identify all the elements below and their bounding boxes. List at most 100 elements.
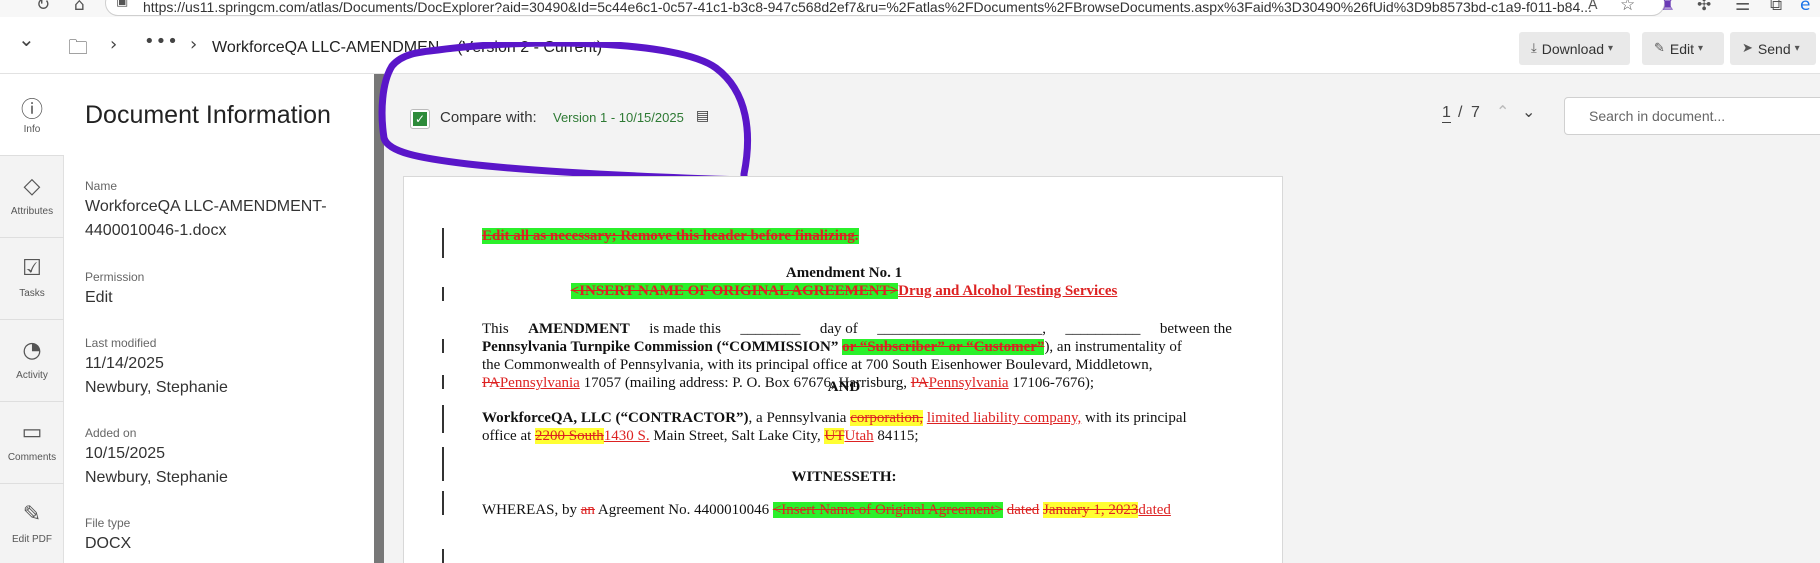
last-modified-label: Last modified [85,336,157,350]
text-run: is made this [649,321,721,337]
document-title: WorkforceQA LLC-AMENDMEN... (Version 2 -… [212,39,603,56]
added-on-label: Added on [85,426,137,440]
current-page[interactable]: 1 [1442,104,1451,123]
agreement-name-line: <INSERT NAME OF ORIGINAL AGREEMENT>Drug … [404,283,1284,300]
rail-item-tasks[interactable]: ☑ Tasks [0,238,64,320]
deleted-text: corporation, [850,410,924,426]
deleted-text: or “Subscriber” or “Customer” [842,339,1045,355]
deleted-header-note: Edit all as necessary; Remove this heade… [482,228,859,244]
folder-icon[interactable]: 🗀 [68,33,88,67]
favorite-star-icon[interactable]: ☆ [1620,0,1635,15]
change-bar [442,228,444,258]
text-run: ), an instrumentality of [1044,339,1182,355]
deleted-text: <Insert Name of Original Agreement> [772,502,1004,518]
rail-label-comments: Comments [7,452,57,463]
send-button[interactable]: ➤ Send ▾ [1730,32,1816,65]
inserted-text: Utah [844,428,874,444]
compare-label: Compare with: [440,109,537,126]
gauge-icon: ◔ [22,338,42,363]
text-run: Main Street, Salt Lake City, [653,428,821,444]
chevron-down-icon: ▾ [1698,43,1704,54]
text-line: Pennsylvania Turnpike Commission (“COMMI… [482,338,1232,356]
change-bar [442,405,444,433]
edit-label: Edit [1669,40,1695,57]
left-rail: ⓘ Info ◇ Attributes ☑ Tasks ◔ Activity ▭… [0,74,64,563]
search-in-document-input[interactable]: Search in document... [1564,97,1820,135]
text-run: the Commonwealth of Pennsylvania, with i… [482,357,1153,373]
inserted-text: limited liability company, [926,410,1082,426]
rail-item-edit-pdf[interactable]: ✎ Edit PDF [0,484,64,563]
text-run: AMENDMENT [528,321,630,337]
rail-label-edit-pdf: Edit PDF [11,534,52,545]
amendment-title: Amendment No. 1 [785,265,903,281]
puzzle-icon[interactable]: ✣ [1697,0,1711,15]
compare-version-link[interactable]: Version 1 - 10/15/2025 [553,110,684,125]
text-run: This [482,321,509,337]
chevron-down-icon: ▾ [1794,43,1800,54]
breadcrumb-more-icon[interactable]: ••• [144,31,179,52]
url-text[interactable]: https://us11.springcm.com/atlas/Document… [143,0,1592,15]
text-run: ______________________, [877,321,1046,337]
panel-title: Document Information [85,101,331,129]
reload-icon[interactable]: ↻ [36,0,50,15]
panel-resize-handle[interactable] [374,74,384,563]
rail-label-info: Info [23,124,41,135]
permission-label: Permission [85,270,145,284]
name-value-line1: WorkforceQA LLC-AMENDMENT- [85,198,327,215]
home-icon[interactable]: ⌂ [74,0,85,15]
download-label: Download [1541,40,1605,57]
breadcrumb-chevron-icon: › [190,34,198,55]
rail-item-comments[interactable]: ▭ Comments [0,402,64,484]
deleted-text: an [580,502,595,518]
witnesseth-heading: WITNESSETH: [791,469,897,485]
inserted-text: 1430 S. [603,428,650,444]
text-line: This AMENDMENT is made this ________ day… [482,320,1232,338]
info-icon: ⓘ [20,98,43,123]
rail-item-activity[interactable]: ◔ Activity [0,320,64,402]
text-run: 84115; [877,428,919,444]
next-page-icon[interactable]: ⌄ [1522,102,1535,121]
deleted-text: UT [824,428,845,444]
download-button[interactable]: ⤓ Download ▾ [1519,32,1630,65]
extension-icon[interactable]: ♜ [1660,0,1675,15]
paragraph-contractor: WorkforceQA, LLC (“CONTRACTOR”), a Penns… [482,409,1232,445]
text-line: WHEREAS, by an Agreement No. 4400010046 … [482,501,1232,519]
compare-checkbox[interactable]: ✓ [410,109,430,129]
checkbox-icon: ☑ [22,256,42,281]
added-on-date: 10/15/2025 [85,445,166,462]
change-bar [442,549,444,563]
pencil-icon: ✎ [22,502,42,527]
browser-toolbar: ↻ ⌂ ▣ https://us11.springcm.com/atlas/Do… [0,0,1820,17]
read-aloud-icon[interactable]: A [1588,0,1598,13]
added-by: Newbury, Stephanie [85,469,228,486]
rail-item-attributes[interactable]: ◇ Attributes [0,156,64,238]
chevron-down-icon: ▾ [1608,43,1614,54]
text-line: WorkforceQA, LLC (“CONTRACTOR”), a Penns… [482,409,1232,427]
download-icon: ⤓ [1531,41,1537,56]
rail-item-info[interactable]: ⓘ Info [0,74,64,156]
header-note: Edit all as necessary; Remove this heade… [482,228,859,245]
collapse-chevron-icon[interactable]: ⌄ [18,27,35,51]
collections-icon[interactable]: ⧉ [1770,0,1782,15]
document-icon[interactable]: ▤ [696,108,709,124]
check-icon: ✓ [413,112,427,126]
text-run: with its principal [1085,410,1187,426]
site-info-icon[interactable]: ▣ [116,0,128,9]
inserted-agreement-name: Drug and Alcohol Testing Services [898,283,1118,299]
deleted-text: 2200 South [535,428,604,444]
inserted-text: dated [1138,502,1171,518]
text-run: WHEREAS, by [482,502,577,518]
page-separator: / [1458,104,1463,121]
previous-page-icon[interactable]: ⌃ [1496,102,1509,121]
text-run: Agreement No. 4400010046 [597,502,770,518]
favorites-icon[interactable]: ☰ [1735,0,1750,15]
edit-button[interactable]: ✎ Edit ▾ [1642,32,1724,65]
deleted-agreement-placeholder: <INSERT NAME OF ORIGINAL AGREEMENT> [570,283,899,299]
rail-label-tasks: Tasks [19,288,45,299]
send-label: Send [1757,40,1791,57]
text-run: between the [1159,321,1232,337]
last-modified-by: Newbury, Stephanie [85,379,228,396]
total-pages: 7 [1471,104,1480,121]
document-page: Edit all as necessary; Remove this heade… [403,176,1283,563]
edge-icon[interactable]: e [1800,0,1810,15]
